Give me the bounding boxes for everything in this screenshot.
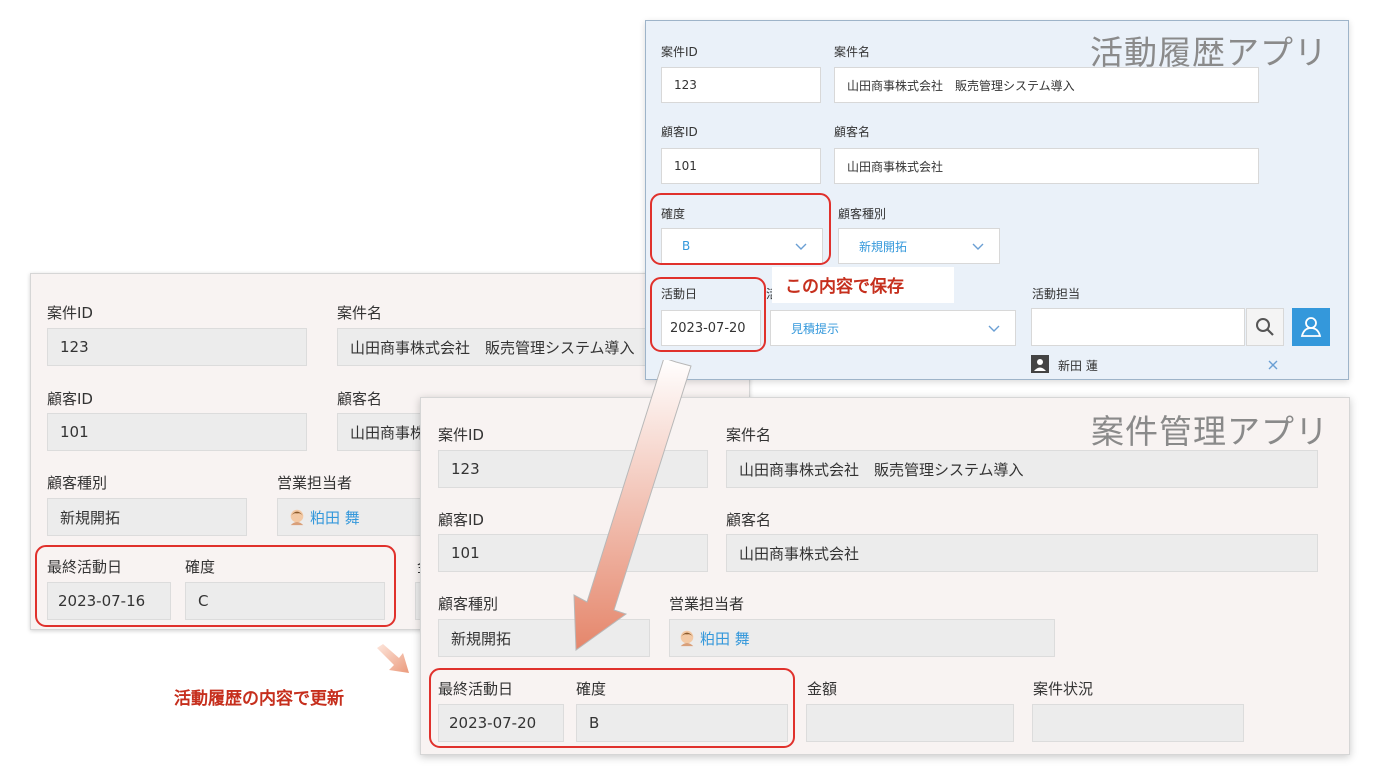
act-customer-name-label: 顧客名: [834, 125, 871, 139]
update-annotation: 活動履歴の内容で更新: [174, 689, 344, 709]
act-customer-type-select[interactable]: 新規開拓: [838, 228, 1000, 264]
customer-type-label: 顧客種別: [47, 474, 108, 492]
case-app-title: 案件管理アプリ: [1091, 412, 1329, 451]
sales-rep-field: 粕田 舞: [669, 619, 1055, 657]
certainty-highlight: [650, 193, 831, 265]
search-icon: [1256, 318, 1274, 336]
act-customer-type-value: 新規開拓: [859, 239, 908, 254]
case-id-label: 案件ID: [438, 426, 484, 444]
user-icon: [1300, 317, 1322, 337]
activity-date-highlight: [650, 277, 766, 352]
selected-user-name: 新田 蓮: [1058, 359, 1098, 373]
selected-user-chip: 新田 蓮: [1031, 355, 1285, 375]
act-customer-type-label: 顧客種別: [838, 207, 887, 221]
amount-label: 金額: [807, 680, 838, 698]
status-field: [1032, 704, 1244, 742]
act-customer-id-input[interactable]: 101: [661, 148, 821, 184]
chevron-down-icon: [988, 325, 1000, 332]
case-name-label: 案件名: [726, 426, 772, 444]
customer-name-label: 顧客名: [337, 390, 383, 408]
arrow-icon: [377, 644, 409, 673]
act-customer-id-label: 顧客ID: [661, 125, 698, 139]
act-rep-label: 活動担当: [1032, 287, 1081, 301]
arrow-icon: [573, 360, 692, 651]
act-case-id-label: 案件ID: [661, 45, 698, 59]
customer-id-label: 顧客ID: [47, 390, 93, 408]
act-rep-input[interactable]: [1031, 308, 1245, 346]
case-id-field: 123: [47, 328, 307, 366]
act-activity-type-value: 見積提示: [791, 321, 840, 336]
case-id-label: 案件ID: [47, 304, 93, 322]
sales-rep-link[interactable]: 粕田 舞: [700, 628, 750, 649]
act-case-name-input[interactable]: 山田商事株式会社 販売管理システム導入: [834, 67, 1259, 103]
act-case-name-label: 案件名: [834, 45, 871, 59]
sales-rep-label: 営業担当者: [277, 474, 353, 492]
old-values-highlight: [35, 545, 396, 627]
case-name-field: 山田商事株式会社 販売管理システム導入: [726, 450, 1318, 488]
act-customer-name-input[interactable]: 山田商事株式会社: [834, 148, 1259, 184]
customer-name-field: 山田商事株式会社: [726, 534, 1318, 572]
customer-id-field: 101: [47, 413, 307, 451]
amount-field: [806, 704, 1014, 742]
customer-type-label: 顧客種別: [438, 595, 499, 613]
search-button[interactable]: [1246, 308, 1284, 346]
act-activity-type-select[interactable]: 見積提示: [770, 310, 1016, 346]
customer-type-field: 新規開拓: [47, 498, 247, 536]
act-case-id-input[interactable]: 123: [661, 67, 821, 103]
save-annotation: この内容で保存: [772, 267, 954, 303]
close-icon[interactable]: [1267, 359, 1279, 371]
customer-id-label: 顧客ID: [438, 511, 484, 529]
customer-name-label: 顧客名: [726, 511, 772, 529]
user-picker-button[interactable]: [1292, 308, 1330, 346]
chevron-down-icon: [972, 243, 984, 250]
status-label: 案件状況: [1033, 680, 1094, 698]
sales-rep-link[interactable]: 粕田 舞: [310, 507, 360, 528]
case-name-label: 案件名: [337, 304, 383, 322]
person-avatar-icon: [290, 509, 304, 526]
updated-values-highlight: [429, 668, 795, 748]
user-avatar-icon: [1031, 355, 1049, 373]
